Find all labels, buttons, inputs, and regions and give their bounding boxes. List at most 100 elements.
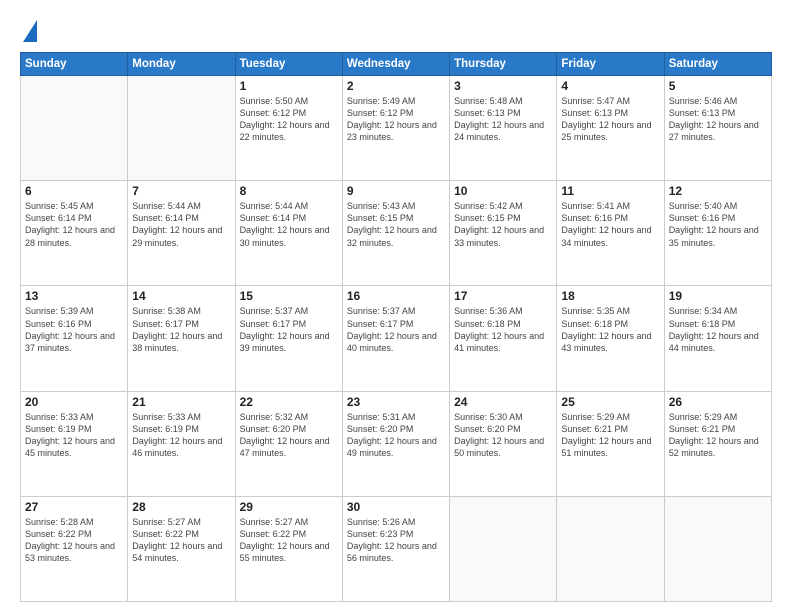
day-info: Sunrise: 5:46 AMSunset: 6:13 PMDaylight:…	[669, 95, 767, 144]
calendar-cell: 18Sunrise: 5:35 AMSunset: 6:18 PMDayligh…	[557, 286, 664, 391]
day-info: Sunrise: 5:39 AMSunset: 6:16 PMDaylight:…	[25, 305, 123, 354]
day-info: Sunrise: 5:36 AMSunset: 6:18 PMDaylight:…	[454, 305, 552, 354]
calendar-cell: 14 Sunrise: 5:38 AMSunset: 6:17 PMDayligh…	[128, 286, 235, 391]
day-info: Sunrise: 5:31 AMSunset: 6:20 PMDaylight:…	[347, 411, 445, 460]
calendar-cell: 3 Sunrise: 5:48 AMSunset: 6:13 PMDaylight…	[450, 76, 557, 181]
day-info: Sunrise: 5:37 AMSunset: 6:17 PMDaylight:…	[347, 305, 445, 354]
calendar-cell: 28 Sunrise: 5:27 AMSunset: 6:22 PMDayligh…	[128, 496, 235, 601]
day-number: 1	[240, 79, 338, 93]
calendar-cell: 16 Sunrise: 5:37 AMSunset: 6:17 PMDayligh…	[342, 286, 449, 391]
day-number: 16	[347, 289, 445, 303]
calendar-cell: 15 Sunrise: 5:37 AMSunset: 6:17 PMDayligh…	[235, 286, 342, 391]
day-number: 30	[347, 500, 445, 514]
calendar-cell: 17Sunrise: 5:36 AMSunset: 6:18 PMDayligh…	[450, 286, 557, 391]
day-info: Sunrise: 5:41 AMSunset: 6:16 PMDaylight:…	[561, 200, 659, 249]
day-number: 11	[561, 184, 659, 198]
day-info: Sunrise: 5:47 AMSunset: 6:13 PMDaylight:…	[561, 95, 659, 144]
day-number: 27	[25, 500, 123, 514]
calendar-week-3: 20 Sunrise: 5:33 AMSunset: 6:19 PMDayligh…	[21, 391, 772, 496]
header	[20, 18, 772, 42]
day-info: Sunrise: 5:27 AMSunset: 6:22 PMDaylight:…	[132, 516, 230, 565]
calendar-cell: 8Sunrise: 5:44 AMSunset: 6:14 PMDaylight…	[235, 181, 342, 286]
day-number: 2	[347, 79, 445, 93]
day-number: 29	[240, 500, 338, 514]
day-info: Sunrise: 5:38 AMSunset: 6:17 PMDaylight:…	[132, 305, 230, 354]
day-info: Sunrise: 5:37 AMSunset: 6:17 PMDaylight:…	[240, 305, 338, 354]
day-number: 28	[132, 500, 230, 514]
day-info: Sunrise: 5:40 AMSunset: 6:16 PMDaylight:…	[669, 200, 767, 249]
day-info: Sunrise: 5:32 AMSunset: 6:20 PMDaylight:…	[240, 411, 338, 460]
day-number: 3	[454, 79, 552, 93]
weekday-header-wednesday: Wednesday	[342, 53, 449, 76]
calendar-cell: 23 Sunrise: 5:31 AMSunset: 6:20 PMDayligh…	[342, 391, 449, 496]
day-number: 5	[669, 79, 767, 93]
day-info: Sunrise: 5:49 AMSunset: 6:12 PMDaylight:…	[347, 95, 445, 144]
day-info: Sunrise: 5:50 AMSunset: 6:12 PMDaylight:…	[240, 95, 338, 144]
day-number: 20	[25, 395, 123, 409]
logo	[20, 18, 37, 42]
day-number: 19	[669, 289, 767, 303]
day-info: Sunrise: 5:44 AMSunset: 6:14 PMDaylight:…	[132, 200, 230, 249]
day-number: 15	[240, 289, 338, 303]
calendar-cell: 27 Sunrise: 5:28 AMSunset: 6:22 PMDayligh…	[21, 496, 128, 601]
day-number: 23	[347, 395, 445, 409]
calendar-cell: 21 Sunrise: 5:33 AMSunset: 6:19 PMDayligh…	[128, 391, 235, 496]
day-number: 10	[454, 184, 552, 198]
calendar-cell: 22 Sunrise: 5:32 AMSunset: 6:20 PMDayligh…	[235, 391, 342, 496]
calendar-week-4: 27 Sunrise: 5:28 AMSunset: 6:22 PMDayligh…	[21, 496, 772, 601]
day-number: 22	[240, 395, 338, 409]
day-number: 7	[132, 184, 230, 198]
calendar-cell	[557, 496, 664, 601]
day-number: 4	[561, 79, 659, 93]
day-info: Sunrise: 5:33 AMSunset: 6:19 PMDaylight:…	[25, 411, 123, 460]
calendar-cell: 12Sunrise: 5:40 AMSunset: 6:16 PMDayligh…	[664, 181, 771, 286]
calendar-cell: 20 Sunrise: 5:33 AMSunset: 6:19 PMDayligh…	[21, 391, 128, 496]
calendar-cell: 7 Sunrise: 5:44 AMSunset: 6:14 PMDaylight…	[128, 181, 235, 286]
day-info: Sunrise: 5:29 AMSunset: 6:21 PMDaylight:…	[669, 411, 767, 460]
calendar-cell	[450, 496, 557, 601]
calendar-cell: 1 Sunrise: 5:50 AMSunset: 6:12 PMDaylight…	[235, 76, 342, 181]
day-info: Sunrise: 5:34 AMSunset: 6:18 PMDaylight:…	[669, 305, 767, 354]
calendar-cell: 30 Sunrise: 5:26 AMSunset: 6:23 PMDayligh…	[342, 496, 449, 601]
day-info: Sunrise: 5:29 AMSunset: 6:21 PMDaylight:…	[561, 411, 659, 460]
calendar-cell	[21, 76, 128, 181]
calendar-week-0: 1 Sunrise: 5:50 AMSunset: 6:12 PMDaylight…	[21, 76, 772, 181]
calendar-week-2: 13 Sunrise: 5:39 AMSunset: 6:16 PMDayligh…	[21, 286, 772, 391]
calendar-cell: 24Sunrise: 5:30 AMSunset: 6:20 PMDayligh…	[450, 391, 557, 496]
calendar-header-row: SundayMondayTuesdayWednesdayThursdayFrid…	[21, 53, 772, 76]
calendar-cell: 29Sunrise: 5:27 AMSunset: 6:22 PMDayligh…	[235, 496, 342, 601]
day-info: Sunrise: 5:33 AMSunset: 6:19 PMDaylight:…	[132, 411, 230, 460]
calendar-cell: 5 Sunrise: 5:46 AMSunset: 6:13 PMDaylight…	[664, 76, 771, 181]
day-number: 9	[347, 184, 445, 198]
weekday-header-tuesday: Tuesday	[235, 53, 342, 76]
calendar-cell	[664, 496, 771, 601]
calendar-cell: 9Sunrise: 5:43 AMSunset: 6:15 PMDaylight…	[342, 181, 449, 286]
day-number: 8	[240, 184, 338, 198]
page: SundayMondayTuesdayWednesdayThursdayFrid…	[0, 0, 792, 612]
calendar-cell: 25 Sunrise: 5:29 AMSunset: 6:21 PMDayligh…	[557, 391, 664, 496]
calendar-table: SundayMondayTuesdayWednesdayThursdayFrid…	[20, 52, 772, 602]
day-number: 18	[561, 289, 659, 303]
calendar-cell: 19 Sunrise: 5:34 AMSunset: 6:18 PMDayligh…	[664, 286, 771, 391]
day-number: 14	[132, 289, 230, 303]
calendar-cell: 26 Sunrise: 5:29 AMSunset: 6:21 PMDayligh…	[664, 391, 771, 496]
day-info: Sunrise: 5:48 AMSunset: 6:13 PMDaylight:…	[454, 95, 552, 144]
day-info: Sunrise: 5:28 AMSunset: 6:22 PMDaylight:…	[25, 516, 123, 565]
day-number: 26	[669, 395, 767, 409]
weekday-header-sunday: Sunday	[21, 53, 128, 76]
day-number: 21	[132, 395, 230, 409]
calendar-cell: 6Sunrise: 5:45 AMSunset: 6:14 PMDaylight…	[21, 181, 128, 286]
calendar-week-1: 6Sunrise: 5:45 AMSunset: 6:14 PMDaylight…	[21, 181, 772, 286]
calendar-cell: 2 Sunrise: 5:49 AMSunset: 6:12 PMDaylight…	[342, 76, 449, 181]
day-number: 13	[25, 289, 123, 303]
day-number: 25	[561, 395, 659, 409]
day-info: Sunrise: 5:26 AMSunset: 6:23 PMDaylight:…	[347, 516, 445, 565]
calendar-cell: 4 Sunrise: 5:47 AMSunset: 6:13 PMDaylight…	[557, 76, 664, 181]
weekday-header-thursday: Thursday	[450, 53, 557, 76]
logo-triangle-icon	[23, 20, 37, 42]
day-info: Sunrise: 5:30 AMSunset: 6:20 PMDaylight:…	[454, 411, 552, 460]
weekday-header-saturday: Saturday	[664, 53, 771, 76]
day-info: Sunrise: 5:42 AMSunset: 6:15 PMDaylight:…	[454, 200, 552, 249]
day-info: Sunrise: 5:45 AMSunset: 6:14 PMDaylight:…	[25, 200, 123, 249]
calendar-cell: 10 Sunrise: 5:42 AMSunset: 6:15 PMDayligh…	[450, 181, 557, 286]
